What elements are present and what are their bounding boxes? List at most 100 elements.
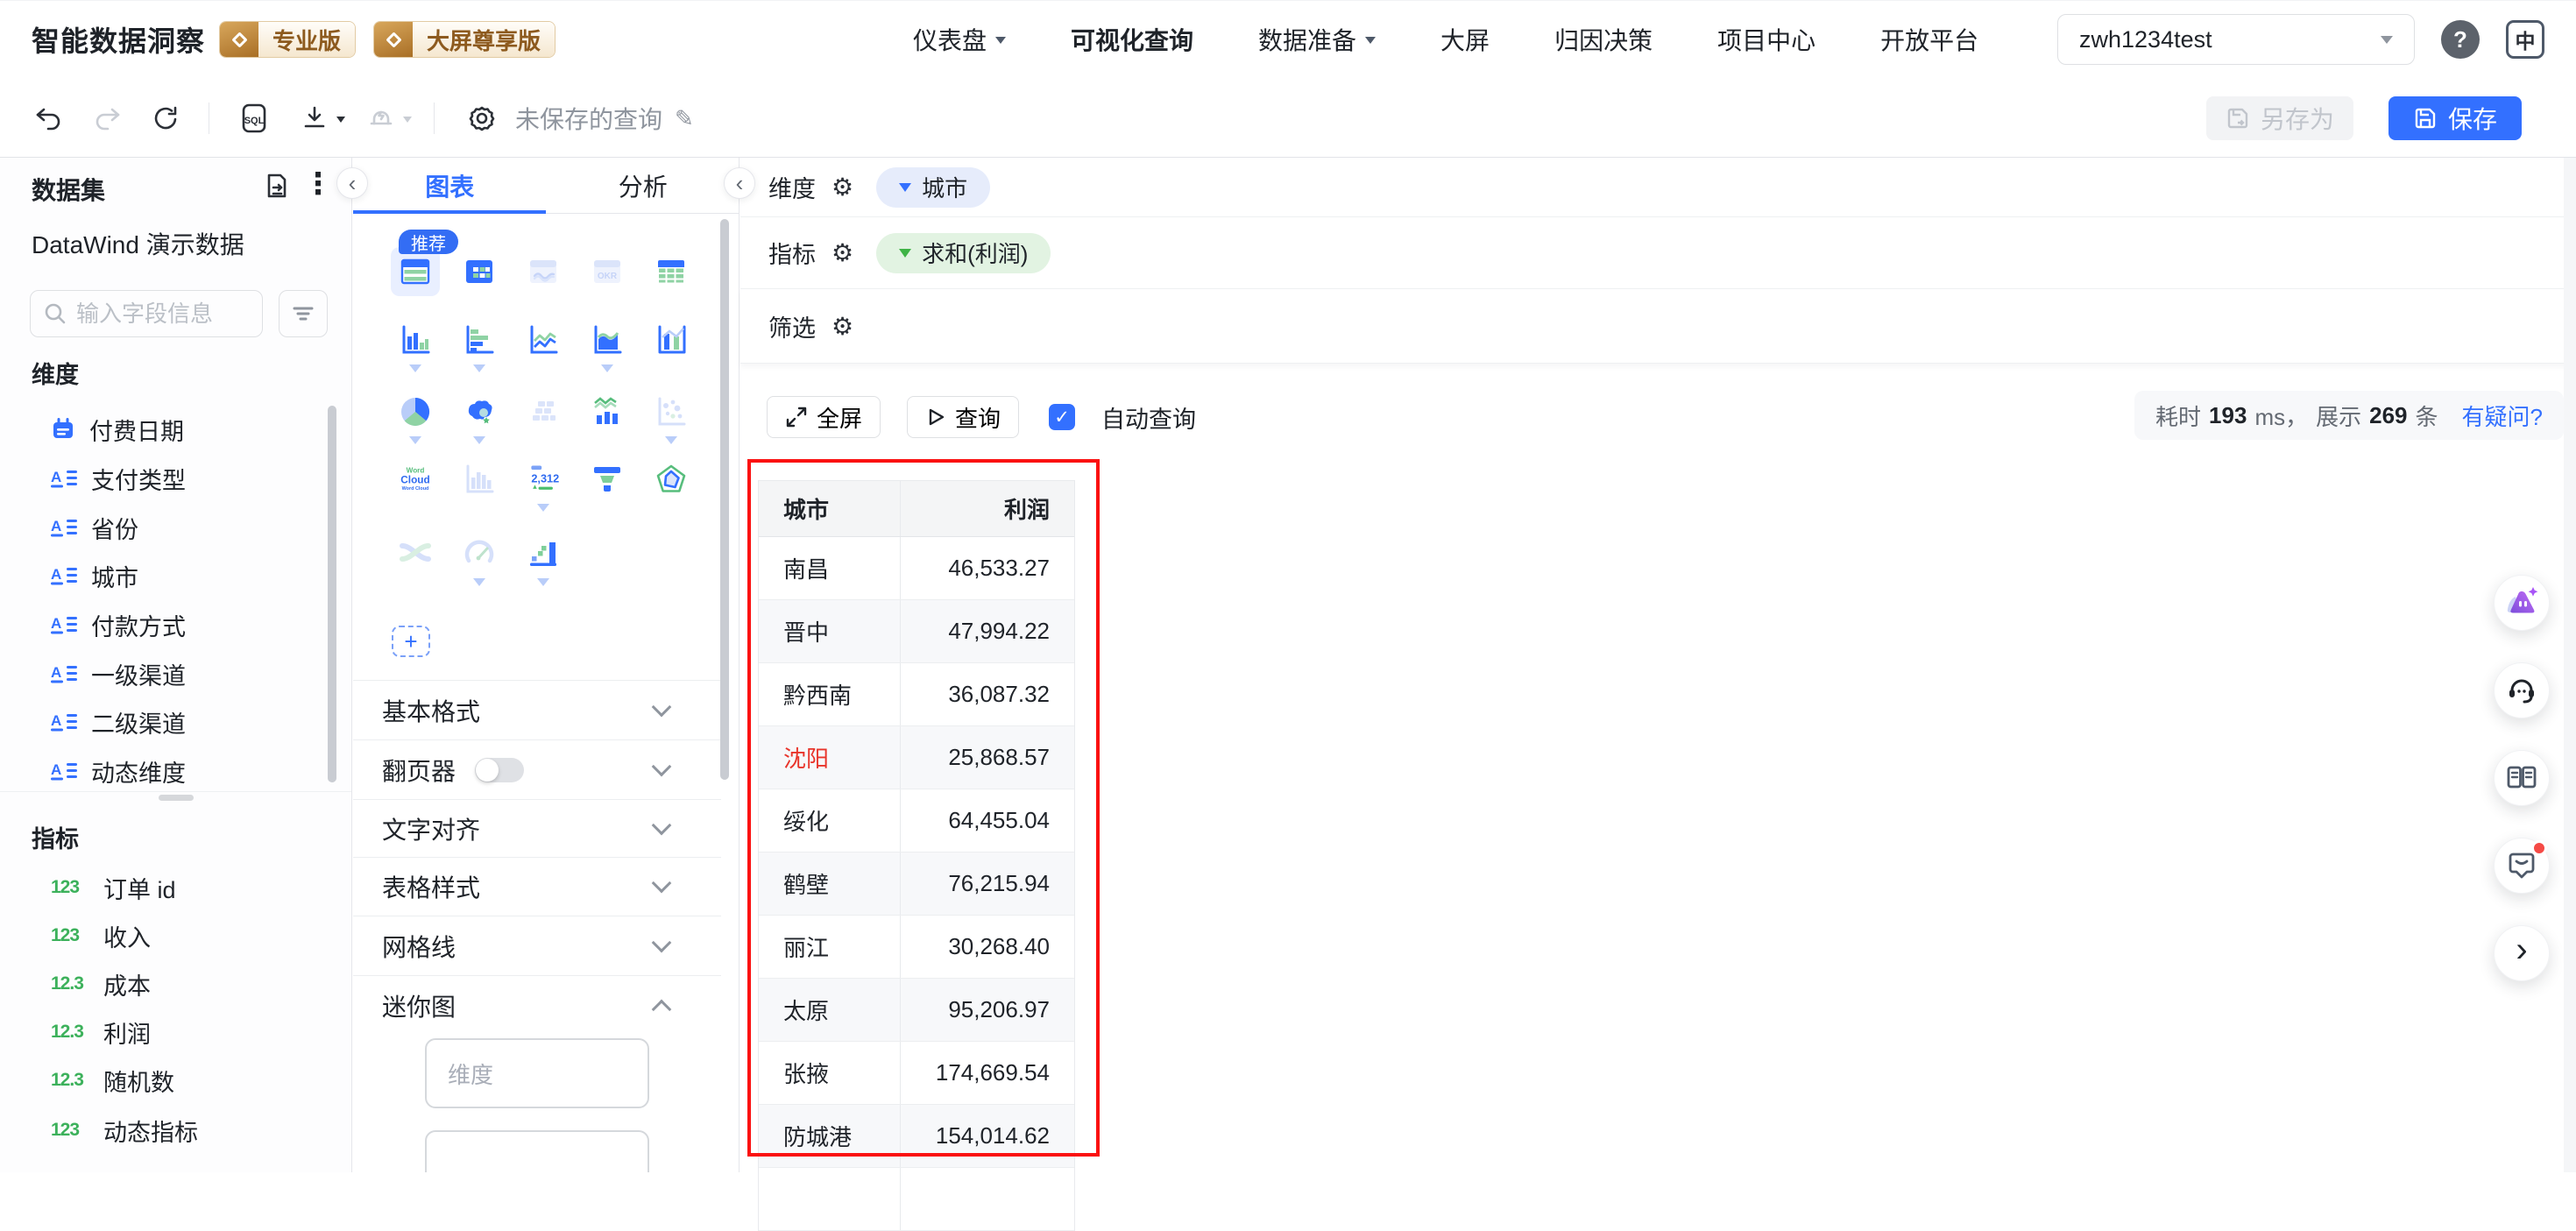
chart-type-area[interactable] [575,322,639,378]
dimension-pill-city[interactable]: 城市 [876,167,990,208]
dimension-item[interactable]: 付费日期 [0,405,340,454]
chart-type-line[interactable] [511,322,575,378]
gear-icon[interactable]: ⚙ [832,173,853,202]
section-grid-line[interactable]: 网格线 [353,916,721,975]
section-table-style[interactable]: 表格样式 [353,857,721,916]
feedback-button[interactable] [2494,838,2550,894]
dimension-item[interactable]: A 支付类型 [0,454,340,503]
nav-data-prep[interactable]: 数据准备 [1258,22,1376,57]
chart-type-funnel[interactable] [575,462,639,518]
table-row-partial[interactable] [759,1168,1074,1231]
field-filter-button[interactable] [279,290,328,337]
chart-panel-scrollbar[interactable] [720,219,729,780]
chart-type-scatter-disabled[interactable] [639,394,703,450]
table-row[interactable]: 张掖174,669.54 [759,1042,1074,1105]
dimension-item[interactable]: A 城市 [0,551,340,600]
field-search-input[interactable] [76,301,234,328]
section-text-align[interactable]: 文字对齐 [353,799,721,857]
chart-type-histogram-disabled[interactable] [447,462,511,518]
table-row[interactable]: 黔西南36,087.32 [759,663,1074,726]
metric-item[interactable]: 12.3 成本 [0,959,340,1008]
table-row[interactable]: 鹤壁76,215.94 [759,853,1074,916]
nav-big-screen[interactable]: 大屏 [1440,22,1490,57]
docs-button[interactable] [2494,750,2550,806]
table-row[interactable]: 南昌46,533.27 [759,537,1074,600]
chart-type-okr-disabled[interactable]: OKR [575,254,639,296]
chart-type-waterfall[interactable] [511,536,575,592]
metric-item[interactable]: 123 收入 [0,911,340,960]
edit-pencil-icon[interactable]: ✎ [675,105,694,132]
metric-pill-sum-profit[interactable]: 求和(利润) [876,233,1051,273]
section-basic-format[interactable]: 基本格式 [353,680,721,739]
nav-project-center[interactable]: 项目中心 [1717,22,1815,57]
chart-type-line-bar-combo[interactable] [575,394,639,450]
table-row-highlighted[interactable]: 沈阳25,868.57 [759,726,1074,789]
column-header-city[interactable]: 城市 [759,481,901,536]
metric-item[interactable]: 123 订单 id [0,863,340,912]
gear-icon[interactable]: ⚙ [832,312,853,341]
more-kebab-icon[interactable]: ⋮ [303,166,333,202]
undo-button[interactable] [33,79,63,158]
section-pager[interactable]: 翻页器 [353,739,721,799]
collapse-chart-panel-button[interactable]: ‹ [724,167,755,199]
tab-analysis[interactable]: 分析 [547,158,740,213]
chart-type-sankey-disabled[interactable] [383,536,447,592]
alert-button[interactable] [366,79,412,158]
chart-type-bar[interactable] [383,322,447,378]
table-row[interactable]: 丽江30,268.40 [759,916,1074,979]
field-search-box[interactable] [30,290,263,337]
dimension-item[interactable]: A 一级渠道 [0,649,340,698]
chart-type-pyramid-disabled[interactable] [511,394,575,450]
table-row[interactable]: 绥化64,455.04 [759,789,1074,853]
download-button[interactable] [300,79,345,158]
run-query-button[interactable]: 查询 [907,396,1019,438]
dimension-item[interactable]: A 付款方式 [0,600,340,649]
chart-type-pivot-table[interactable] [639,254,703,296]
table-row[interactable]: 太原95,206.97 [759,979,1074,1042]
chart-type-china-map[interactable] [447,394,511,450]
chart-type-gauge-disabled[interactable] [447,536,511,592]
page-scrollbar-track[interactable] [2564,158,2576,1172]
ai-assistant-button[interactable] [2494,575,2550,631]
support-button[interactable] [2494,662,2550,718]
gear-icon[interactable]: ⚙ [832,238,853,267]
chart-type-radar[interactable] [639,462,703,518]
language-button[interactable]: 中 [2506,20,2544,59]
switch-dataset-icon[interactable] [263,172,291,200]
chart-type-table-recommended[interactable] [383,254,447,296]
save-as-button[interactable]: 另存为 [2206,96,2353,140]
have-question-link[interactable]: 有疑问? [2462,400,2543,432]
nav-visual-query[interactable]: 可视化查询 [1071,22,1193,57]
chart-type-table[interactable] [447,254,511,296]
dimension-item[interactable]: A 动态维度 [0,746,340,796]
collapse-dataset-panel-button[interactable]: ‹ [336,167,368,199]
table-row[interactable]: 晋中47,994.22 [759,600,1074,663]
table-row[interactable]: 防城港154,014.62 [759,1105,1074,1168]
nav-dashboard[interactable]: 仪表盘 [913,22,1006,57]
expand-panel-button[interactable]: › [2494,925,2550,981]
chart-type-bar-horizontal[interactable] [447,322,511,378]
refresh-button[interactable] [151,79,180,158]
metric-item[interactable]: 12.3 利润 [0,1008,340,1057]
chart-type-pie[interactable] [383,394,447,450]
save-button[interactable]: 保存 [2388,96,2522,140]
metric-item[interactable]: 123 动态指标 [0,1106,340,1155]
dataset-name[interactable]: DataWind 演示数据 [32,226,244,261]
help-button[interactable]: ? [2441,20,2480,59]
query-settings-gear[interactable] [466,79,498,158]
dimension-item[interactable]: A 省份 [0,503,340,552]
mini-chart-dimension-dropzone[interactable]: 维度 [425,1038,649,1108]
auto-query-checkbox[interactable]: ✓ [1049,404,1075,430]
dimension-item[interactable]: A 二级渠道 [0,697,340,746]
add-chart-type-button[interactable]: + [392,626,430,657]
section-mini-chart[interactable]: 迷你图 [353,975,721,1035]
chart-type-word-cloud[interactable]: WordCloudWord Cloud [383,462,447,518]
nav-attribution[interactable]: 归因决策 [1554,22,1652,57]
nav-open-platform[interactable]: 开放平台 [1880,22,1978,57]
chart-type-line-panel-disabled[interactable] [511,254,575,296]
sql-button[interactable]: SQL [238,79,270,158]
dataset-scrollbar[interactable] [328,406,336,782]
tab-chart[interactable]: 图表 [353,158,547,213]
metric-item[interactable]: 12.3 随机数 [0,1056,340,1105]
column-header-profit[interactable]: 利润 [901,481,1074,536]
